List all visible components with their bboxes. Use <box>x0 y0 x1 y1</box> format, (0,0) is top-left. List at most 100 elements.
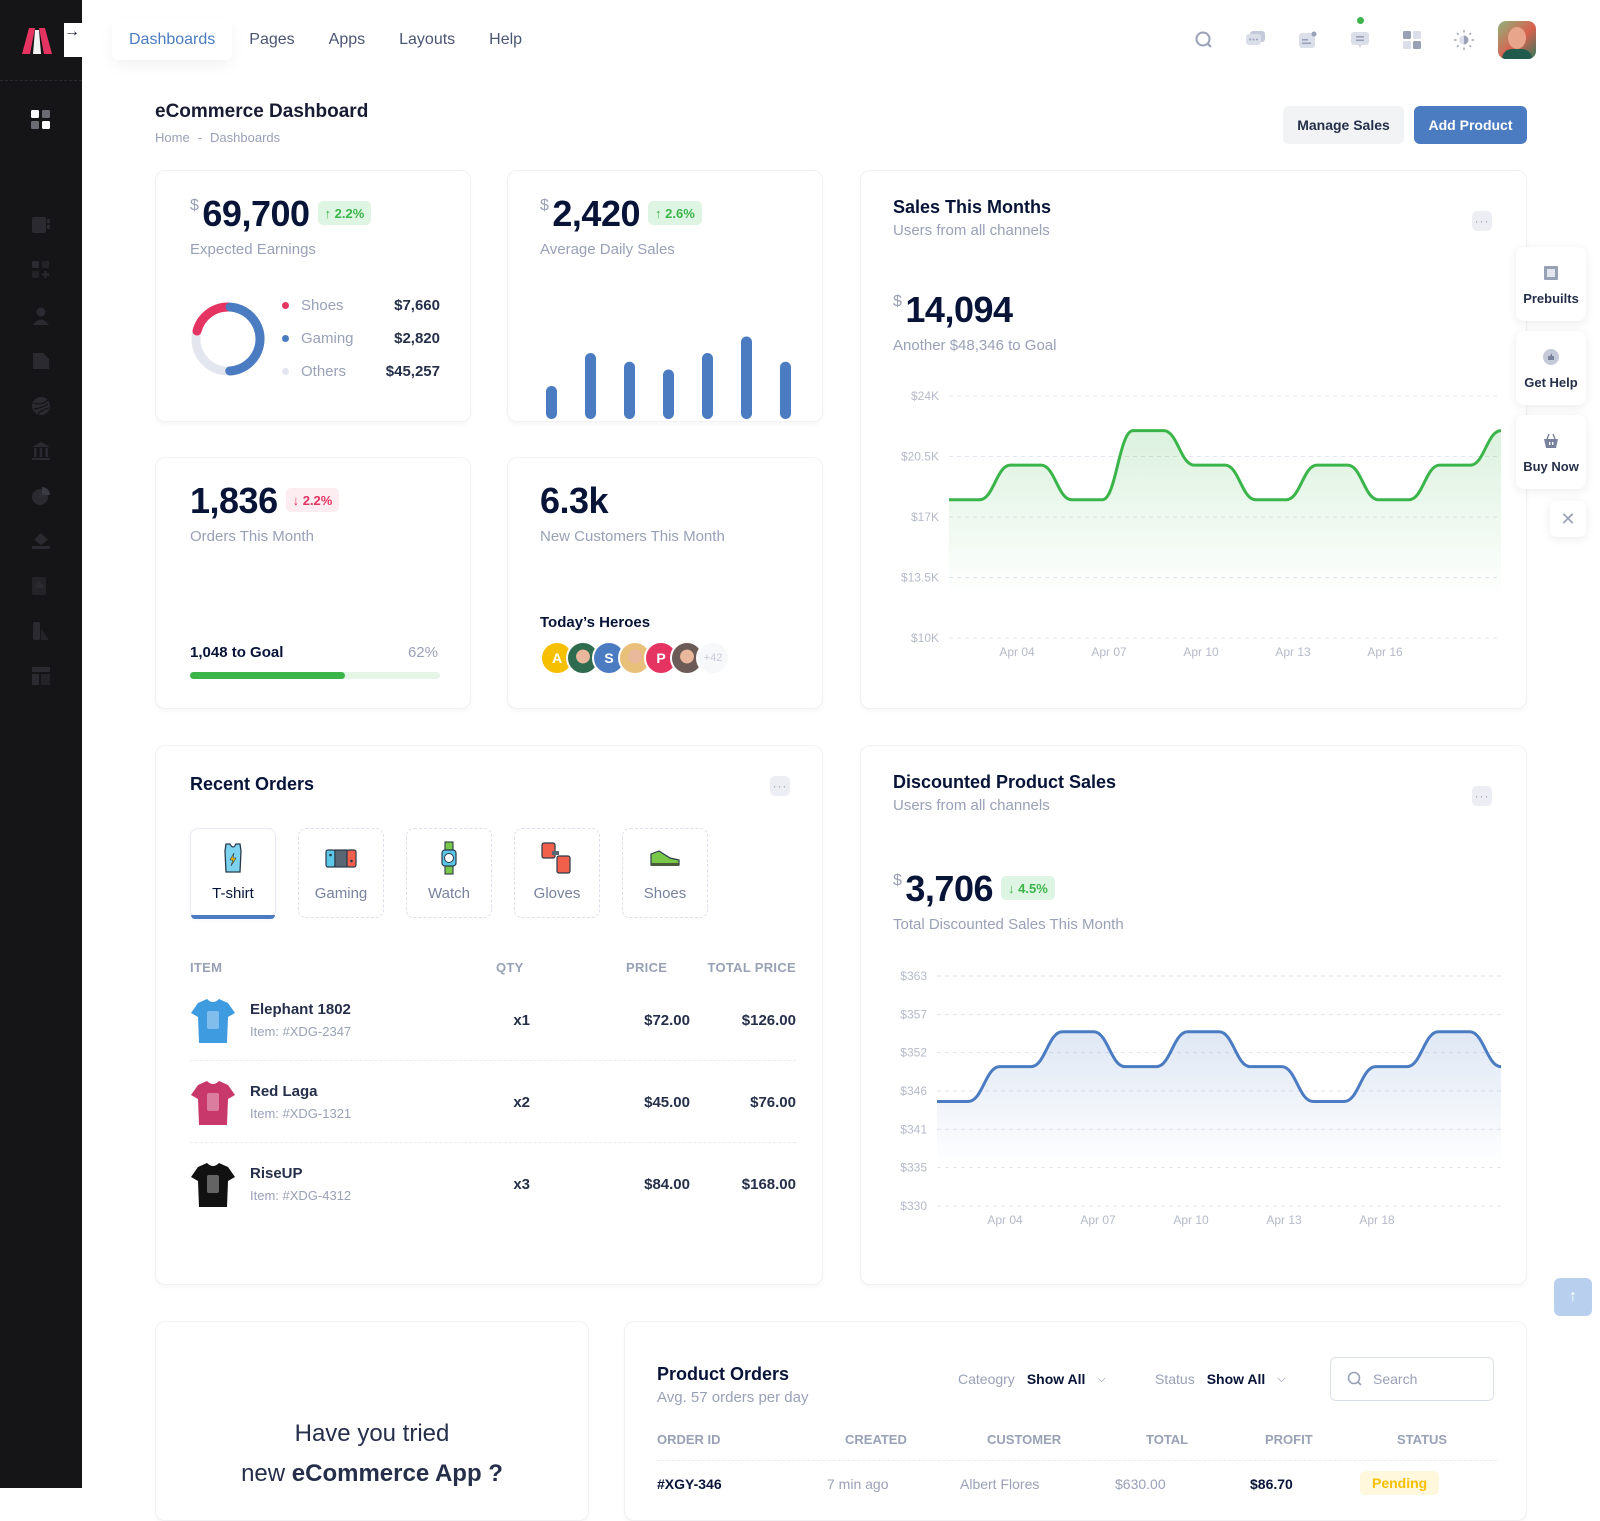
brand-logo[interactable] <box>20 28 54 54</box>
user-avatar[interactable] <box>1498 21 1536 59</box>
buy-now-button[interactable]: Buy Now <box>1516 415 1586 489</box>
layout-icon[interactable] <box>31 666 51 686</box>
pie-chart-icon[interactable] <box>31 486 51 506</box>
sales-month-subtitle: Users from all channels <box>893 222 1050 239</box>
discounted-sales-label: Total Discounted Sales This Month <box>893 916 1124 933</box>
chat-button[interactable] <box>1230 20 1282 60</box>
sales-line-chart: $24K $20.5K $17K $13.5K $10K Apr 04 Apr 07 Apr … <box>901 389 1502 659</box>
status-filter[interactable]: Status Show All ⌵ <box>1155 1371 1286 1387</box>
breadcrumb-home[interactable]: Home <box>155 130 190 145</box>
messages-icon <box>1351 32 1369 48</box>
product-qty: x1 <box>513 1012 530 1029</box>
nav-dashboards[interactable]: Dashboards <box>112 20 232 60</box>
orders-search-input[interactable] <box>1373 1371 1473 1387</box>
inbox-icon[interactable] <box>31 531 51 551</box>
x-tick-label: Apr 07 <box>1080 1213 1116 1227</box>
dashboard-icon[interactable] <box>31 110 51 130</box>
prebuilts-button[interactable]: Prebuilts <box>1516 247 1586 321</box>
product-qty: x3 <box>513 1176 530 1193</box>
column-price: PRICE <box>626 960 668 975</box>
product-name[interactable]: RiseUP <box>250 1165 303 1182</box>
heroes-title: Today’s Heroes <box>540 614 651 631</box>
orders-change-badge: ↓ 2.2% <box>285 488 340 512</box>
nav-layouts[interactable]: Layouts <box>382 20 472 60</box>
apps-button[interactable] <box>1386 20 1438 60</box>
nav-pages[interactable]: Pages <box>232 20 311 60</box>
legend-gaming: Gaming $2,820 <box>282 330 440 347</box>
nav-help[interactable]: Help <box>472 20 539 60</box>
expected-earnings-card: $ 69,700 ↑ 2.2% Expected Earnings Shoes $… <box>155 170 471 422</box>
orders-search-box[interactable] <box>1330 1357 1494 1401</box>
product-name[interactable]: Red Laga <box>250 1083 318 1100</box>
order-profit-cell: $86.70 <box>1250 1476 1293 1492</box>
hero-more-count[interactable]: +42 <box>696 641 730 675</box>
add-widget-icon[interactable] <box>31 260 51 280</box>
discounted-sales-menu-button[interactable]: ··· <box>1472 786 1492 806</box>
recent-orders-menu-button[interactable]: ··· <box>770 776 790 796</box>
product-thumbnail <box>191 1163 235 1207</box>
category-tab-shoes[interactable]: Shoes <box>622 828 708 918</box>
top-navigation: Dashboards Pages Apps Layouts Help <box>112 20 539 60</box>
watch-icon <box>441 841 457 875</box>
daily-bar <box>546 386 557 419</box>
get-help-button[interactable]: Get Help <box>1516 331 1586 405</box>
product-total: $126.00 <box>741 1012 796 1029</box>
gaming-dot <box>282 335 289 342</box>
y-tick-label: $17K <box>911 510 939 524</box>
scroll-to-top-button[interactable]: ↑ <box>1554 1278 1592 1316</box>
category-tab-gloves[interactable]: Gloves <box>514 828 600 918</box>
category-tab-gaming[interactable]: Gaming <box>298 828 384 918</box>
donut-slice-shoes <box>191 302 265 376</box>
recent-orders-title: Recent Orders <box>190 774 315 794</box>
order-row[interactable]: Elephant 1802 Item: #XDG-2347 x1 $72.00 $126… <box>190 979 796 1061</box>
arrow-up-icon: ↑ <box>324 205 335 221</box>
chat-icon <box>1246 31 1265 45</box>
close-floating-button[interactable]: ✕ <box>1550 501 1586 537</box>
basketball-icon[interactable] <box>31 396 51 416</box>
sales-month-menu-button[interactable]: ··· <box>1472 211 1492 231</box>
more-dots-icon: ··· <box>772 779 788 793</box>
x-tick-label: Apr 18 <box>1359 1213 1395 1227</box>
y-tick-label: $352 <box>900 1046 927 1060</box>
order-row[interactable]: RiseUP Item: #XDG-4312 x3 $84.00 $168.00 <box>190 1143 796 1225</box>
sidebar-toggle-button[interactable]: → <box>64 23 98 57</box>
category-tab-tshirt[interactable]: T-shirt <box>190 828 276 919</box>
y-tick-label: $13.5K <box>901 571 939 585</box>
add-product-button[interactable]: Add Product <box>1414 106 1527 144</box>
theme-toggle-button[interactable] <box>1438 20 1490 60</box>
contacts-icon[interactable] <box>31 215 51 235</box>
help-badge-icon <box>1543 348 1559 365</box>
sales-month-title: Sales This Months <box>893 197 1052 217</box>
goal-percent: 62% <box>407 644 438 661</box>
goal-progress-bar <box>190 672 440 679</box>
order-id-cell[interactable]: #XGY-346 <box>657 1476 722 1492</box>
user-icon[interactable] <box>31 306 51 326</box>
area-fill <box>937 1031 1501 1166</box>
column-created: CREATED <box>845 1432 907 1447</box>
product-sku: Item: #XDG-2347 <box>250 1024 352 1039</box>
messages-button[interactable] <box>1334 17 1386 60</box>
x-tick-label: Apr 07 <box>1091 645 1127 659</box>
design-icon[interactable] <box>31 621 51 641</box>
daily-sales-label: Average Daily Sales <box>540 241 675 258</box>
expected-earnings-label: Expected Earnings <box>190 241 316 258</box>
goal-progress-fill <box>190 672 345 679</box>
category-filter[interactable]: Cateogry Show All ⌵ <box>958 1371 1106 1387</box>
orders-month-label: Orders This Month <box>190 528 314 545</box>
product-name[interactable]: Elephant 1802 <box>250 1001 351 1018</box>
category-tab-watch[interactable]: Watch <box>406 828 492 918</box>
manage-sales-button[interactable]: Manage Sales <box>1283 106 1404 144</box>
column-status: STATUS <box>1397 1432 1448 1447</box>
shoes-dot <box>282 302 289 309</box>
order-row[interactable]: Red Laga Item: #XDG-1321 x2 $45.00 $76.00 <box>190 1061 796 1143</box>
bank-icon[interactable] <box>31 441 51 461</box>
nav-apps[interactable]: Apps <box>312 20 382 60</box>
document-icon[interactable] <box>31 351 51 371</box>
notifications-button[interactable] <box>1282 20 1334 60</box>
orders-month-card: 1,836 ↓ 2.2% Orders This Month 1,048 to … <box>155 457 471 709</box>
promo-card: Have you tried new eCommerce App ? <box>155 1321 589 1521</box>
notification-bell-icon[interactable] <box>31 576 51 596</box>
y-tick-label: $10K <box>911 631 939 645</box>
product-qty: x2 <box>513 1094 530 1111</box>
search-button[interactable] <box>1178 20 1230 60</box>
